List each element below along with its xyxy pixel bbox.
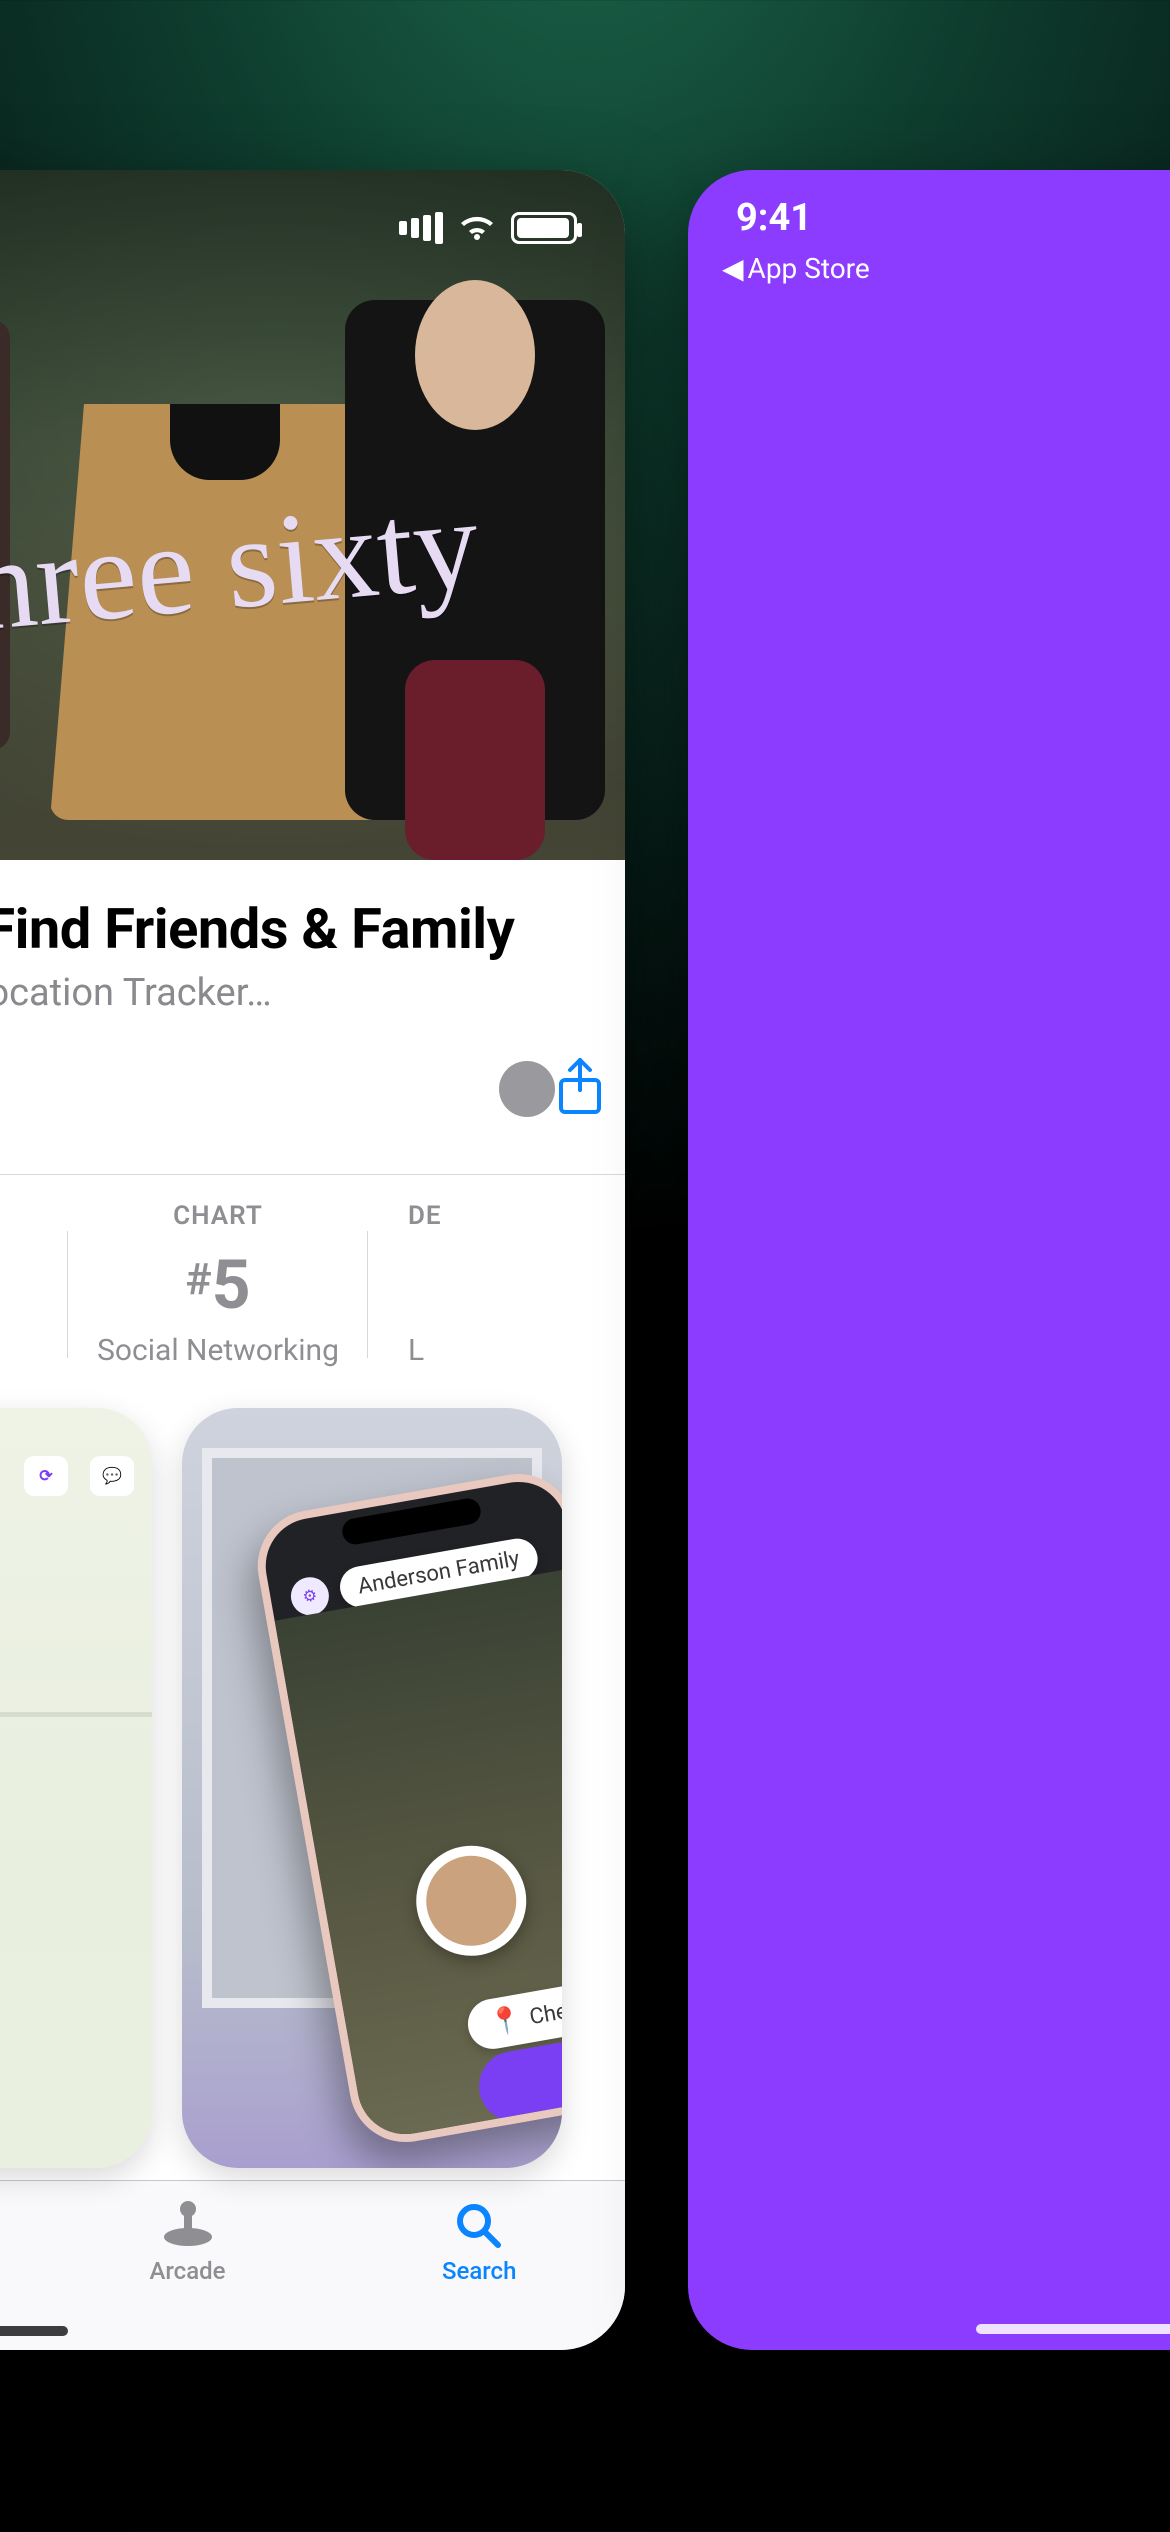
home-indicator[interactable] (0, 2326, 68, 2336)
search-icon (450, 2199, 508, 2249)
hero-person-center (50, 300, 390, 820)
status-bar (0, 198, 625, 258)
screenshot-1[interactable]: now ⟳ 💬 (0, 1408, 152, 2168)
status-time: 9:41 (736, 196, 812, 240)
stat-dev-foot: L (408, 1333, 588, 1368)
share-button[interactable] (553, 1056, 607, 1122)
stat-developer: DE L (368, 1201, 588, 1368)
stat-age-foot: Years Old (0, 1333, 68, 1368)
tab-arcade[interactable]: Arcade (42, 2199, 334, 2350)
hero-person-left (0, 320, 10, 750)
chat-icon: 💬 (90, 1456, 134, 1496)
stat-chart: CHART #5 Social Networking (68, 1201, 368, 1368)
wifi-icon (457, 212, 497, 244)
tab-arcade-label: Arcade (149, 2257, 225, 2285)
home-indicator[interactable] (976, 2324, 1170, 2334)
pin-icon: 📍 (487, 2004, 524, 2039)
app-subtitle: GPS Phone Location Tracker… (0, 971, 607, 1015)
screenshot-2[interactable]: ⚙ Anderson Family 📍 Check (182, 1408, 562, 2168)
tab-search[interactable]: Search (333, 2199, 625, 2350)
touch-indicator-icon (499, 1061, 555, 1117)
stat-dev-label: DE (408, 1201, 588, 1231)
arcade-icon (159, 2199, 217, 2249)
stat-age-value: 4+ (0, 1245, 68, 1325)
stat-chart-value: #5 (68, 1245, 368, 1325)
stat-chart-foot: Social Networking (68, 1333, 368, 1368)
app-listing: Life360: Find Friends & Family GPS Phone… (0, 860, 625, 2168)
app-title: Life360: Find Friends & Family (0, 898, 607, 961)
tab-search-label: Search (442, 2257, 516, 2285)
chevron-left-icon: ◀ (722, 252, 744, 285)
stat-chart-label: CHART (68, 1201, 368, 1231)
hero-person-right (345, 300, 605, 820)
hero-people-illustration (0, 170, 625, 860)
status-bar: 9:41 (688, 196, 1170, 240)
app-stats-row[interactable]: AGE 4+ Years Old CHART #5 Social Network… (0, 1175, 607, 1368)
sync-icon: ⟳ (24, 1456, 68, 1496)
screenshots-row[interactable]: now ⟳ 💬 ⚙ Anderson Family (0, 1408, 607, 2168)
stat-dev-value (408, 1245, 588, 1325)
stat-age-label: AGE (0, 1201, 68, 1231)
battery-icon (511, 212, 577, 244)
cellular-signal-icon (395, 212, 443, 244)
app-hero-image: hree sixty (0, 170, 625, 860)
app-switcher-card-life360[interactable]: 9:41 ◀ App Store (688, 170, 1170, 2350)
appstore-tab-bar: Apps Arcade Search (0, 2180, 625, 2350)
stat-age: AGE 4+ Years Old (0, 1201, 68, 1368)
back-app-label: App Store (748, 252, 870, 285)
back-to-app-breadcrumb[interactable]: ◀ App Store (722, 252, 870, 285)
app-switcher-card-appstore[interactable]: hree sixty Life360: Find Friends & Famil… (0, 170, 625, 2350)
